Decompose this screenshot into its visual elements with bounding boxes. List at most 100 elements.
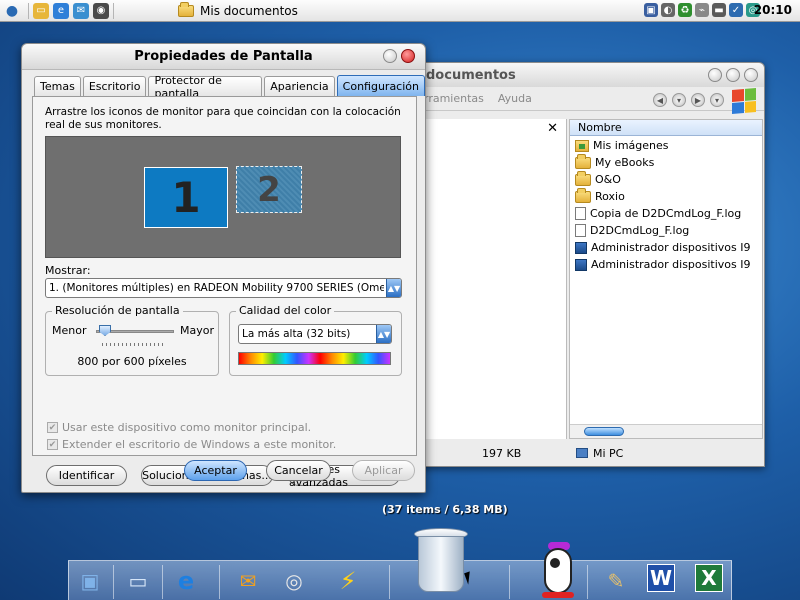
maximize-button[interactable] — [726, 68, 740, 82]
dock-separator — [113, 565, 114, 599]
checkbox-icon[interactable]: ✔ — [47, 422, 58, 433]
back-icon[interactable]: ◀ — [653, 93, 667, 107]
network-icon[interactable]: ▣ — [644, 3, 658, 17]
menu-tools[interactable]: rramientas — [424, 92, 484, 105]
dialog-tabs: Temas Escritorio Protector de pantalla A… — [34, 74, 425, 100]
usb-icon[interactable]: ⌁ — [695, 3, 709, 17]
color-quality-select[interactable]: La más alta (32 bits) ▲▼ — [238, 324, 392, 344]
checkbox-icon[interactable]: ✔ — [47, 439, 58, 450]
folder-icon[interactable]: ▭ — [33, 2, 49, 19]
help-button[interactable] — [383, 49, 397, 63]
column-header-name[interactable]: Nombre — [570, 120, 762, 136]
mascot-body — [544, 548, 572, 594]
excel-icon[interactable]: X — [695, 564, 723, 592]
camera-icon[interactable]: ◉ — [93, 2, 109, 19]
resolution-value: 800 por 600 píxeles — [77, 355, 187, 368]
menu-help[interactable]: Ayuda — [498, 92, 532, 105]
mascot-eye — [550, 558, 560, 568]
mascot-icon[interactable] — [538, 540, 578, 598]
folder-icon — [575, 187, 591, 203]
apply-button[interactable]: Aplicar — [352, 460, 415, 481]
primary-monitor-label: Usar este dispositivo como monitor princ… — [62, 421, 312, 434]
tab-apariencia[interactable]: Apariencia — [264, 76, 335, 96]
status-location: Mi PC — [576, 447, 623, 460]
monitor-1[interactable]: 1 — [144, 167, 228, 228]
list-item[interactable]: D2DCmdLog_F.log — [570, 222, 762, 239]
list-item[interactable]: O&O — [570, 170, 762, 188]
trash-icon[interactable] — [412, 524, 470, 594]
list-item[interactable]: Copia de D2DCmdLog_F.log — [570, 205, 762, 222]
tab-configuracion[interactable]: Configuración — [336, 75, 425, 96]
top-menubar: ● ▭ e ✉ ◉ Mis documentos ▣ ◐ ♻ ⌁ ▬ ✓ ◎ 2… — [0, 0, 800, 22]
word-icon[interactable]: W — [647, 564, 675, 592]
identify-button[interactable]: Identificar — [46, 465, 127, 486]
tab-protector[interactable]: Protector de pantalla — [148, 74, 263, 100]
chevron-down-icon[interactable]: ▾ — [672, 93, 686, 107]
explorer-navigation: ◀ ▾ ▶ ▾ — [653, 93, 724, 107]
list-item[interactable]: Roxio — [570, 187, 762, 205]
minimize-button[interactable] — [708, 68, 722, 82]
tab-temas[interactable]: Temas — [34, 76, 81, 96]
menubar-separator — [28, 2, 29, 19]
resolution-group: Resolución de pantalla Menor Mayor 800 p… — [45, 304, 219, 376]
monitor-arrangement-area[interactable]: 1 2 — [45, 136, 401, 258]
clock[interactable]: 20:10 — [754, 3, 792, 17]
app-icon — [575, 241, 587, 254]
computer-icon — [576, 448, 588, 458]
explorer-status-bar: 197 KB Mi PC — [406, 440, 764, 466]
scrollbar-thumb[interactable] — [584, 427, 624, 436]
recycle-icon[interactable]: ♻ — [678, 3, 692, 17]
display-select[interactable]: 1. (Monitores múltiples) en RADEON Mobil… — [45, 278, 402, 298]
list-item[interactable]: Administrador dispositivos I9 — [570, 239, 762, 256]
ok-button[interactable]: Aceptar — [184, 460, 247, 481]
update-icon[interactable]: ◐ — [661, 3, 675, 17]
list-item[interactable]: Administrador dispositivos I9 — [570, 256, 762, 273]
internet-explorer-icon[interactable]: e — [169, 564, 203, 598]
tab-escritorio[interactable]: Escritorio — [82, 76, 147, 96]
slider-ticks — [102, 343, 166, 346]
my-computer-icon[interactable]: ▣ — [73, 564, 107, 598]
pictures-folder-icon — [575, 139, 589, 152]
cd-icon[interactable]: ◎ — [277, 564, 311, 598]
menubar-separator — [113, 2, 114, 19]
horizontal-scrollbar[interactable] — [570, 424, 762, 438]
internet-explorer-icon[interactable]: e — [53, 2, 69, 19]
color-preview-bar — [238, 352, 391, 365]
close-button[interactable] — [744, 68, 758, 82]
folder-icon[interactable]: ▭ — [121, 564, 155, 598]
dialog-title-bar[interactable]: Propiedades de Pantalla — [22, 44, 425, 70]
pencil-icon[interactable]: ✎ — [599, 564, 633, 598]
apple-menu-icon[interactable]: ● — [0, 0, 24, 22]
active-window-title[interactable]: Mis documentos — [178, 1, 298, 18]
chevron-down-icon[interactable]: ▲▼ — [376, 325, 391, 343]
list-item[interactable]: Mis imágenes — [570, 137, 762, 154]
explorer-window[interactable]: documentos rramientas Ayuda ◀ ▾ ▶ ▾ ✕ No… — [405, 62, 765, 467]
dialog-title: Propiedades de Pantalla — [134, 49, 313, 64]
chevron-down-icon[interactable]: ▾ — [710, 93, 724, 107]
outlook-icon[interactable]: ✉ — [73, 2, 89, 19]
resolution-slider-thumb[interactable] — [99, 325, 111, 336]
close-icon[interactable]: ✕ — [547, 121, 558, 136]
explorer-title: documentos — [426, 67, 516, 83]
cancel-button[interactable]: Cancelar — [266, 460, 331, 481]
color-quality-title: Calidad del color — [236, 304, 335, 317]
security-icon[interactable]: ✓ — [729, 3, 743, 17]
display-properties-dialog[interactable]: Propiedades de Pantalla Temas Escritorio… — [21, 43, 426, 493]
outlook-express-icon[interactable]: ✉ — [231, 564, 265, 598]
monitor-2[interactable]: 2 — [236, 166, 302, 213]
battery-icon[interactable]: ▬ — [712, 3, 726, 17]
list-item[interactable]: My eBooks — [570, 153, 762, 171]
mascot-feet — [542, 592, 574, 598]
forward-icon[interactable]: ▶ — [691, 93, 705, 107]
explorer-file-list[interactable]: Nombre Mis imágenes My eBooks O&O Roxio … — [569, 119, 763, 439]
close-button[interactable] — [401, 49, 415, 63]
windows-logo-icon — [732, 87, 756, 115]
dock: ▣ ▭ e ✉ ◎ ⚡ ✎ W X — [68, 560, 732, 600]
list-item-label: D2DCmdLog_F.log — [590, 224, 690, 237]
settings-panel: Arrastre los iconos de monitor para que … — [32, 96, 417, 489]
show-label: Mostrar: — [45, 264, 91, 277]
winamp-icon[interactable]: ⚡ — [331, 564, 365, 598]
system-tray: ▣ ◐ ♻ ⌁ ▬ ✓ ◎ — [644, 3, 760, 17]
chevron-down-icon[interactable]: ▲▼ — [386, 279, 401, 297]
extend-desktop-checkbox: ✔ Extender el escritorio de Windows a es… — [47, 438, 336, 451]
